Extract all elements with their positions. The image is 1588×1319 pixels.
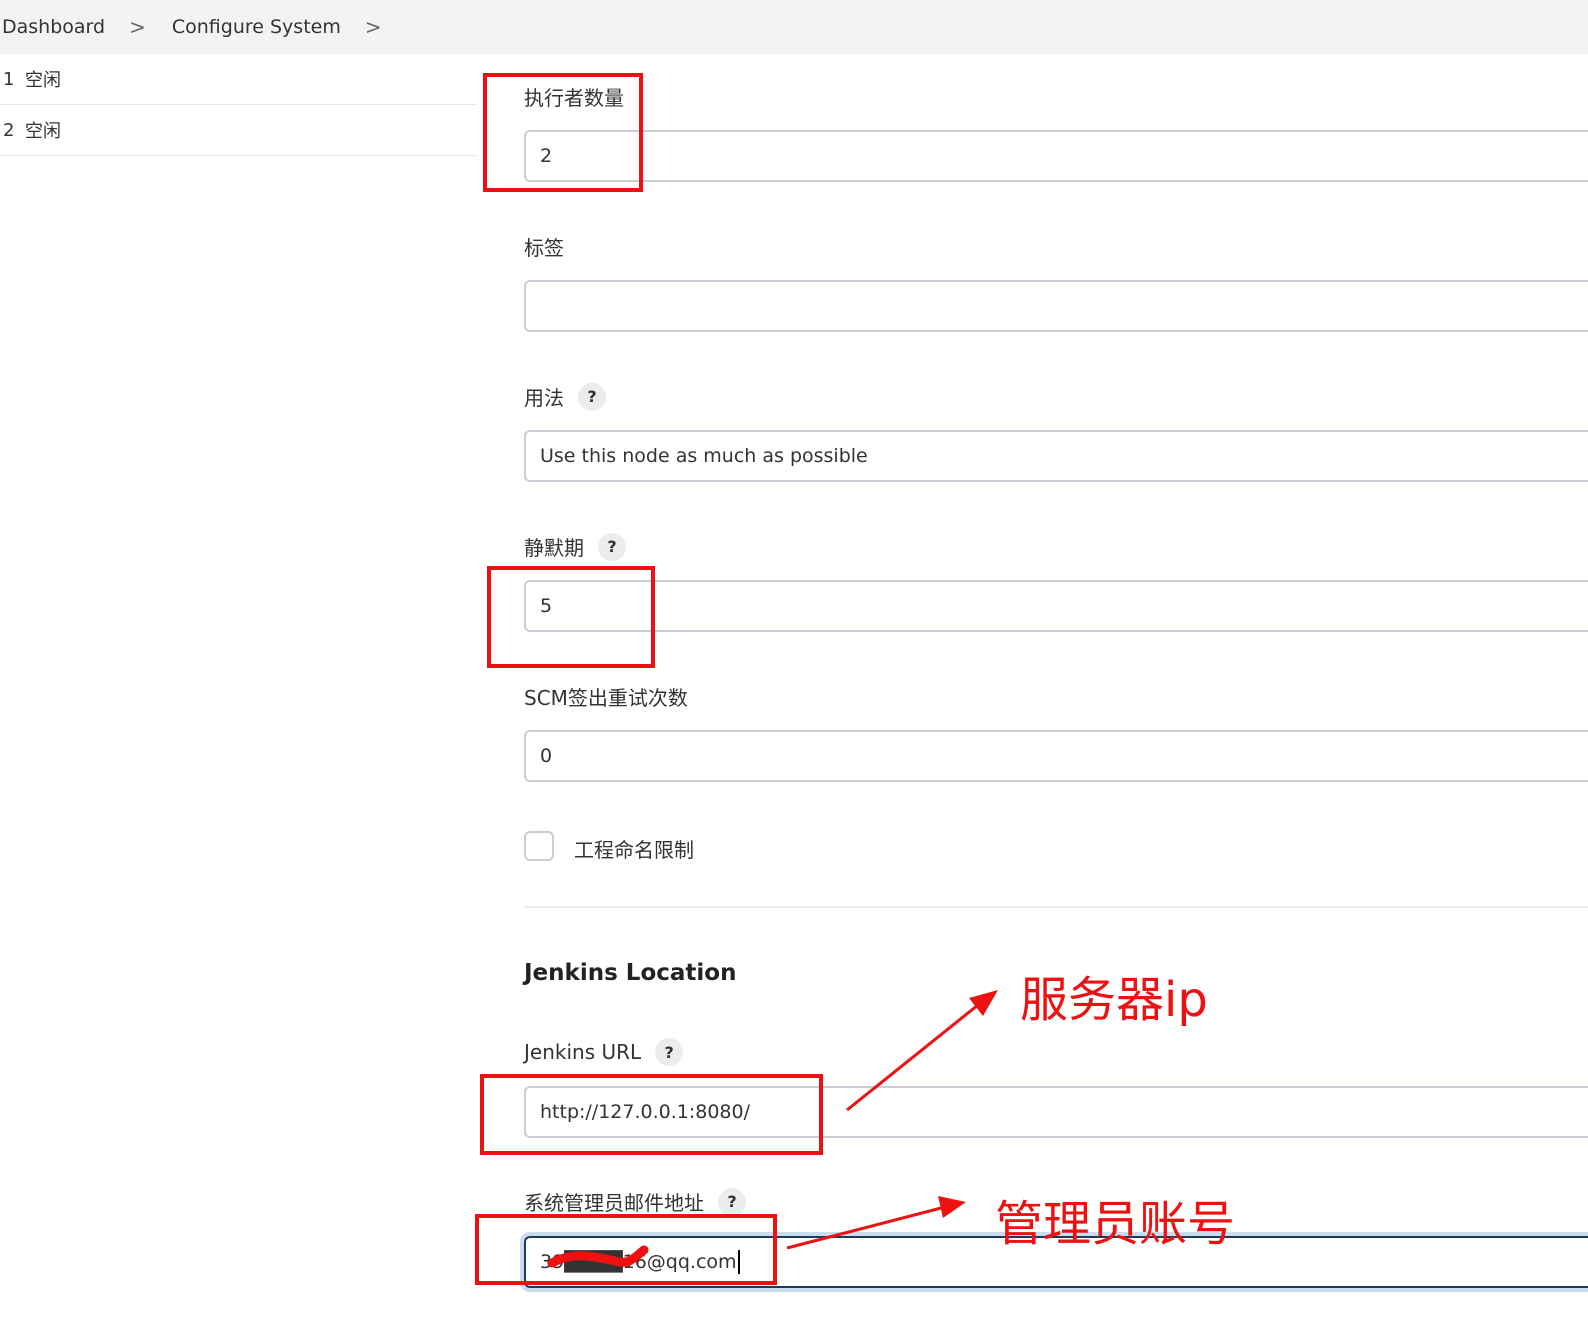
quiet-period-input[interactable]: 5 bbox=[524, 580, 1588, 632]
section-divider bbox=[524, 906, 1588, 908]
executor-status: 空闲 bbox=[25, 121, 61, 142]
help-icon[interactable]: ? bbox=[578, 382, 606, 411]
executor-row: 2 空闲 bbox=[0, 105, 476, 156]
help-icon[interactable]: ? bbox=[718, 1187, 746, 1216]
jenkins-url-label: Jenkins URL ? bbox=[524, 1038, 684, 1066]
executors-label: 执行者数量 bbox=[524, 82, 624, 111]
breadcrumb-dashboard[interactable]: Dashboard bbox=[0, 16, 105, 38]
project-naming-checkbox[interactable] bbox=[524, 831, 554, 861]
usage-select[interactable]: Use this node as much as possible bbox=[524, 430, 1588, 482]
executors-value: 2 bbox=[540, 145, 553, 167]
executor-number: 2 bbox=[3, 119, 15, 141]
quiet-period-label-text: 静默期 bbox=[524, 536, 584, 560]
labels-input[interactable] bbox=[524, 280, 1588, 332]
executors-input[interactable]: 2 bbox=[524, 130, 1588, 182]
usage-label: 用法 ? bbox=[524, 382, 606, 411]
scm-retry-label-text: SCM签出重试次数 bbox=[524, 686, 688, 710]
admin-email-input[interactable]: 39████16@qq.com bbox=[524, 1236, 1588, 1288]
scm-retry-input[interactable]: 0 bbox=[524, 730, 1588, 782]
scm-retry-value: 0 bbox=[540, 745, 553, 767]
project-naming-label: 工程命名限制 bbox=[574, 838, 694, 862]
usage-value: Use this node as much as possible bbox=[540, 445, 868, 467]
chevron-right-icon[interactable]: > bbox=[129, 15, 146, 39]
admin-email-label: 系统管理员邮件地址 ? bbox=[524, 1187, 746, 1216]
help-icon[interactable]: ? bbox=[598, 532, 626, 561]
jenkins-url-value: http://127.0.0.1:8080/ bbox=[540, 1101, 751, 1123]
jenkins-url-input[interactable]: http://127.0.0.1:8080/ bbox=[524, 1086, 1588, 1138]
executor-number: 1 bbox=[3, 68, 15, 90]
executor-status-list: 1 空闲 2 空闲 bbox=[0, 54, 476, 156]
executor-row: 1 空闲 bbox=[0, 54, 476, 105]
breadcrumb-configure-system[interactable]: Configure System bbox=[170, 16, 341, 38]
admin-email-value: 39████16@qq.com bbox=[540, 1251, 737, 1273]
breadcrumb: Dashboard > Configure System > bbox=[0, 0, 1588, 54]
executors-label-text: 执行者数量 bbox=[524, 86, 624, 110]
chevron-right-icon[interactable]: > bbox=[365, 15, 382, 39]
text-caret bbox=[737, 1250, 740, 1274]
executor-status: 空闲 bbox=[25, 70, 61, 91]
jenkins-url-label-text: Jenkins URL bbox=[524, 1040, 642, 1064]
admin-email-label-text: 系统管理员邮件地址 bbox=[524, 1191, 704, 1215]
labels-label: 标签 bbox=[524, 232, 564, 261]
annotation-label-server-ip: 服务器ip bbox=[1020, 972, 1208, 1028]
help-icon[interactable]: ? bbox=[655, 1038, 684, 1066]
quiet-period-value: 5 bbox=[540, 595, 553, 617]
usage-label-text: 用法 bbox=[524, 386, 564, 410]
labels-label-text: 标签 bbox=[524, 236, 564, 260]
jenkins-location-title: Jenkins Location bbox=[524, 960, 737, 986]
quiet-period-label: 静默期 ? bbox=[524, 532, 626, 561]
scm-retry-label: SCM签出重试次数 bbox=[524, 682, 688, 711]
